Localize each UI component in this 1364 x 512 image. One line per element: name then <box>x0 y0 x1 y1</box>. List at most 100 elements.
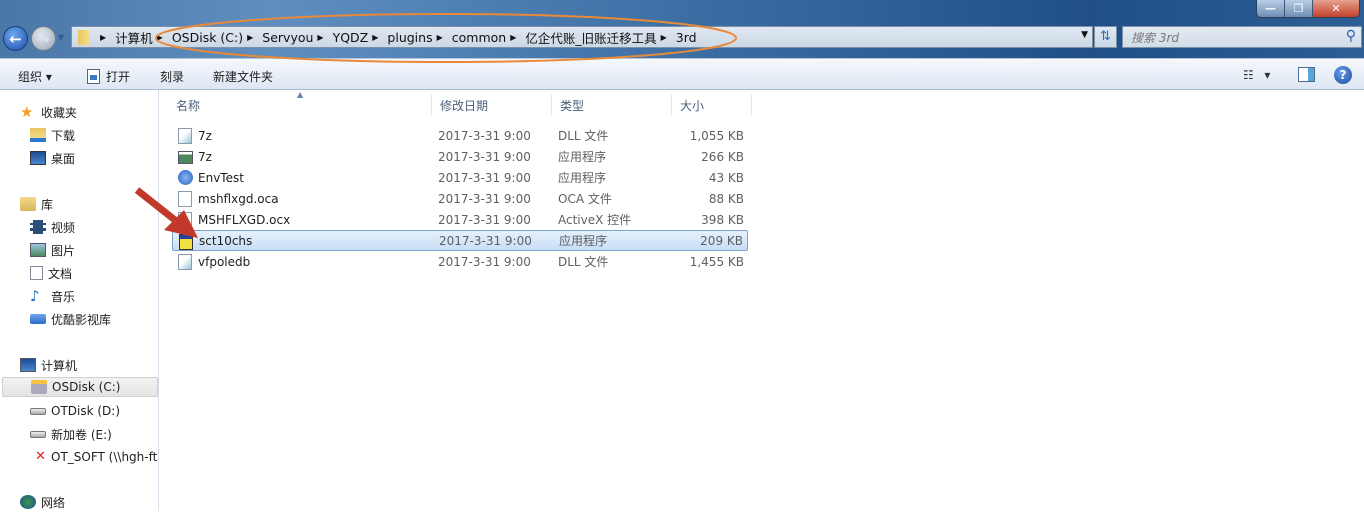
column-header-name[interactable]: 名称 <box>168 94 432 116</box>
file-type: 应用程序 <box>558 171 607 185</box>
burn-button[interactable]: 刻录 <box>160 68 184 85</box>
breadcrumb-item[interactable]: common ▶ <box>452 30 526 45</box>
minimize-button[interactable]: — <box>1257 0 1285 17</box>
sidebar-item-d-drive[interactable]: OTDisk (D:) <box>30 401 120 421</box>
sidebar-label: 图片 <box>51 243 76 258</box>
file-row[interactable]: sct10chs 2017-3-31 9:00 应用程序 209 KB <box>172 230 748 251</box>
file-row[interactable]: 7z 2017-3-31 9:00 DLL 文件 1,055 KB <box>172 125 748 146</box>
forward-button[interactable]: → <box>31 26 56 51</box>
recent-pages-dropdown[interactable]: ▼ <box>58 33 64 42</box>
file-size: 1,455 KB <box>689 254 744 269</box>
file-row[interactable]: 7z 2017-3-31 9:00 应用程序 266 KB <box>172 146 748 167</box>
breadcrumb-item[interactable]: YQDZ ▶ <box>333 30 388 45</box>
file-type: DLL 文件 <box>558 129 609 143</box>
breadcrumb-item[interactable]: 亿企代账_旧账迁移工具 ▶ <box>525 28 675 47</box>
breadcrumb-label[interactable]: 亿企代账_旧账迁移工具 <box>525 28 656 47</box>
column-header-size[interactable]: 大小 <box>672 94 752 116</box>
file-row[interactable]: EnvTest 2017-3-31 9:00 应用程序 43 KB <box>172 167 748 188</box>
documents-icon <box>30 266 43 280</box>
sidebar-libraries[interactable]: 库 <box>20 194 53 214</box>
chevron-right-icon[interactable]: ▶ <box>247 33 253 42</box>
search-icon[interactable]: ⚲ <box>1346 28 1356 44</box>
sidebar-item-pictures[interactable]: 图片 <box>30 240 75 260</box>
burn-label: 刻录 <box>160 70 185 84</box>
chevron-right-icon[interactable]: ▶ <box>100 33 106 42</box>
app-window-icon <box>178 151 193 164</box>
column-header-type[interactable]: 类型 <box>552 94 672 116</box>
header-label: 类型 <box>560 98 585 113</box>
sidebar-label: 音乐 <box>51 289 76 304</box>
file-name: 7z <box>198 149 212 164</box>
sidebar-label: 库 <box>41 197 54 212</box>
sidebar-item-downloads[interactable]: 下载 <box>30 125 75 145</box>
sidebar-item-youku-library[interactable]: 优酷影视库 <box>30 309 111 329</box>
sidebar-item-desktop[interactable]: 桌面 <box>30 148 75 168</box>
file-date: 2017-3-31 9:00 <box>438 254 531 269</box>
disconnected-network-drive-icon: ✕ <box>35 449 46 464</box>
sidebar-computer[interactable]: 计算机 <box>20 355 77 375</box>
refresh-button[interactable]: ⇅ <box>1094 26 1117 48</box>
back-button[interactable]: ← <box>3 26 28 51</box>
breadcrumb-label[interactable]: 计算机 <box>115 28 153 47</box>
file-type: OCA 文件 <box>558 192 612 206</box>
breadcrumb-label[interactable]: YQDZ <box>333 30 369 45</box>
address-dropdown-icon[interactable]: ▼ <box>1081 30 1088 40</box>
close-button[interactable]: ✕ <box>1313 0 1359 17</box>
breadcrumb-item[interactable]: plugins ▶ <box>387 30 451 45</box>
help-icon[interactable]: ? <box>1334 66 1352 84</box>
open-button[interactable]: 打开 <box>87 68 130 85</box>
breadcrumb-label[interactable]: OSDisk (C:) <box>172 30 243 45</box>
chevron-right-icon[interactable]: ▶ <box>317 33 323 42</box>
sidebar-favorites[interactable]: ★ 收藏夹 <box>20 102 77 122</box>
header-label: 大小 <box>680 98 705 113</box>
downloads-folder-icon <box>30 128 46 142</box>
sidebar-item-c-drive[interactable]: OSDisk (C:) <box>2 377 158 397</box>
library-folder-icon <box>30 314 46 324</box>
new-folder-button[interactable]: 新建文件夹 <box>213 68 273 85</box>
computer-icon <box>20 358 36 372</box>
sidebar-network[interactable]: 网络 <box>20 492 65 512</box>
file-row[interactable]: mshflxgd.oca 2017-3-31 9:00 OCA 文件 88 KB <box>172 188 748 209</box>
view-options-button[interactable]: ☷ ▾ <box>1243 68 1271 82</box>
sidebar-label: OTDisk (D:) <box>51 404 121 418</box>
file-row[interactable]: MSHFLXGD.ocx 2017-3-31 9:00 ActiveX 控件 3… <box>172 209 748 230</box>
breadcrumb-label[interactable]: common <box>452 30 506 45</box>
organize-button[interactable]: 组织 ▾ <box>18 68 52 85</box>
breadcrumb-label[interactable]: Servyou <box>262 30 313 45</box>
command-bar: 组织 ▾ 打开 刻录 新建文件夹 ☷ ▾ ? <box>0 58 1364 90</box>
new-folder-label: 新建文件夹 <box>213 70 274 84</box>
file-date: 2017-3-31 9:00 <box>439 233 532 248</box>
breadcrumb-item[interactable]: Servyou ▶ <box>262 30 332 45</box>
breadcrumb-label[interactable]: 3rd <box>676 30 697 45</box>
video-icon <box>30 220 46 234</box>
breadcrumb-label[interactable]: plugins <box>387 30 432 45</box>
chevron-right-icon[interactable]: ▶ <box>661 33 667 42</box>
blank-file-icon <box>178 191 192 207</box>
file-date: 2017-3-31 9:00 <box>438 170 531 185</box>
sidebar-item-documents[interactable]: 文档 <box>30 263 72 283</box>
folder-icon <box>78 29 90 45</box>
search-placeholder: 搜索 3rd <box>1131 30 1180 45</box>
preview-pane-icon[interactable] <box>1298 67 1315 82</box>
breadcrumb-item[interactable]: 计算机 ▶ <box>115 28 172 47</box>
column-header-date[interactable]: 修改日期 <box>432 94 552 116</box>
star-icon: ★ <box>20 103 34 121</box>
address-bar[interactable]: ▶ 计算机 ▶ OSDisk (C:) ▶ Servyou ▶ YQDZ ▶ plugi… <box>71 26 1093 48</box>
maximize-button[interactable]: ❐ <box>1285 0 1313 17</box>
chevron-right-icon[interactable]: ▶ <box>372 33 378 42</box>
search-input[interactable]: 搜索 3rd ⚲ <box>1122 26 1362 48</box>
sidebar-item-music[interactable]: ♪ 音乐 <box>30 286 75 306</box>
chevron-right-icon[interactable]: ▶ <box>157 33 163 42</box>
sidebar-item-network-drive[interactable]: ✕ OT_SOFT (\\hgh-ft <box>30 447 158 467</box>
sidebar-item-videos[interactable]: 视频 <box>30 217 75 237</box>
breadcrumb-item[interactable]: 3rd <box>676 30 697 45</box>
activex-file-icon <box>178 212 192 228</box>
breadcrumb-item[interactable]: OSDisk (C:) ▶ <box>172 30 262 45</box>
file-row[interactable]: vfpoledb 2017-3-31 9:00 DLL 文件 1,455 KB <box>172 251 748 272</box>
sidebar-label: 文档 <box>48 266 73 281</box>
chevron-right-icon[interactable]: ▶ <box>510 33 516 42</box>
chevron-right-icon[interactable]: ▶ <box>437 33 443 42</box>
sidebar-item-e-drive[interactable]: 新加卷 (E:) <box>30 424 112 444</box>
sidebar-label: OT_SOFT (\\hgh-ft <box>51 450 158 464</box>
sidebar-label: 新加卷 (E:) <box>51 427 112 442</box>
